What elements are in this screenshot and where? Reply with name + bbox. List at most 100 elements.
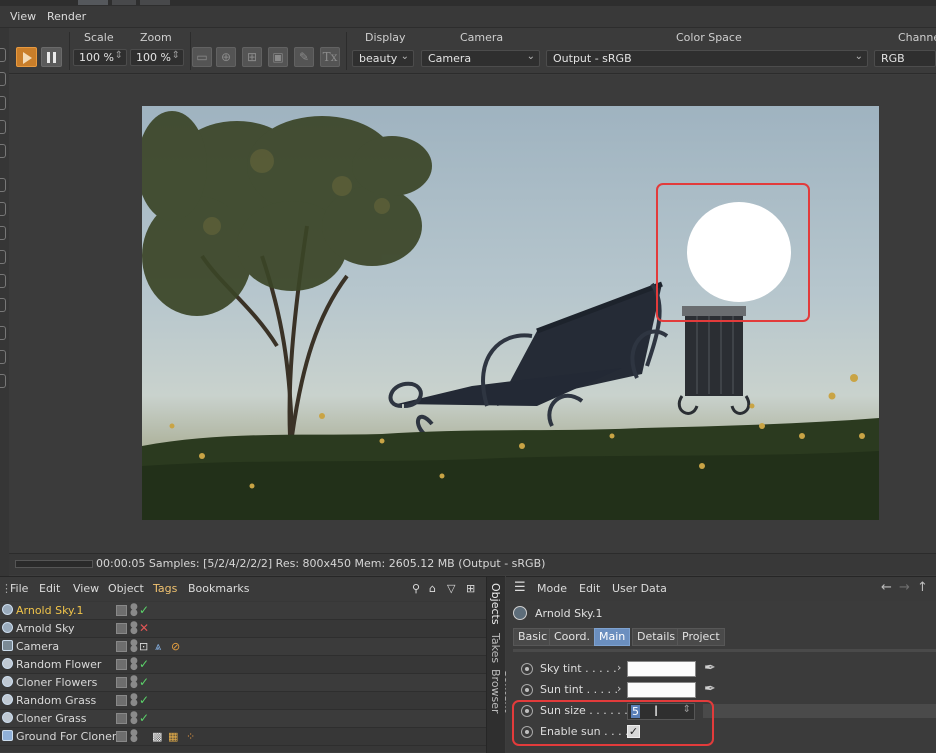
object-row[interactable]: Camera ● ● ⊡ ⩓ ⊘	[0, 638, 486, 656]
object-row[interactable]: Random Flower ● ● ✓	[0, 656, 486, 674]
monitor-icon[interactable]: ▭	[192, 47, 212, 67]
tool-icon[interactable]	[0, 120, 6, 134]
tool-icon[interactable]	[0, 326, 6, 340]
tab-main[interactable]: Main	[594, 628, 631, 646]
tab-coord[interactable]: Coord.	[549, 628, 595, 646]
tool-icon[interactable]	[0, 48, 6, 62]
new-window-icon[interactable]: ⊞	[466, 582, 475, 595]
visibility-toggle[interactable]	[116, 713, 127, 724]
phong-tag-icon[interactable]: ⁘	[186, 730, 195, 743]
tool-icon[interactable]	[0, 350, 6, 364]
tab-basic[interactable]: Basic	[513, 628, 553, 646]
tab-objects[interactable]: Objects	[489, 583, 502, 625]
tool-icon[interactable]	[0, 72, 6, 86]
eyedropper-icon[interactable]: ✎	[294, 47, 314, 67]
visibility-toggle[interactable]	[116, 659, 127, 670]
object-row[interactable]: Cloner Flowers ● ● ✓	[0, 674, 486, 692]
play-button[interactable]	[16, 47, 37, 67]
tool-icon[interactable]	[0, 250, 6, 264]
sun-size-slider[interactable]	[703, 704, 936, 718]
visibility-toggle[interactable]	[116, 677, 127, 688]
menu-render[interactable]: Render	[47, 10, 86, 23]
display-select[interactable]: beauty ⌄	[352, 50, 414, 67]
camera-select[interactable]: Camera ⌄	[421, 50, 540, 67]
enabled-check-icon[interactable]: ✓	[139, 603, 149, 617]
visibility-dots-icon[interactable]: ● ●	[130, 693, 138, 708]
visibility-toggle[interactable]	[116, 605, 127, 616]
home-icon[interactable]: ⌂	[429, 582, 436, 595]
menu-mode[interactable]: Mode	[537, 582, 567, 595]
back-arrow-icon[interactable]: ←	[881, 580, 892, 595]
tool-icon[interactable]	[0, 202, 6, 216]
visibility-toggle[interactable]	[116, 623, 127, 634]
protection-tag-icon[interactable]: ⊘	[171, 640, 180, 653]
menu-view[interactable]: View	[73, 582, 99, 595]
object-row[interactable]: Arnold Sky ● ● ✕	[0, 620, 486, 638]
disabled-x-icon[interactable]: ✕	[139, 621, 149, 635]
menu-bookmarks[interactable]: Bookmarks	[188, 582, 249, 595]
visibility-dots-icon[interactable]: ● ●	[130, 729, 138, 744]
visibility-dots-icon[interactable]: ● ●	[130, 621, 138, 636]
forward-arrow-icon[interactable]: →	[899, 580, 910, 595]
tool-icon[interactable]	[0, 226, 6, 240]
visibility-dots-icon[interactable]: ● ●	[130, 657, 138, 672]
enabled-check-icon[interactable]: ✓	[139, 675, 149, 689]
tab-takes[interactable]: Takes	[489, 633, 502, 663]
stepper-icon[interactable]: ⇕	[172, 50, 180, 61]
menu-view[interactable]: View	[10, 10, 36, 23]
object-row[interactable]: Arnold Sky.1 ● ● ✓	[0, 602, 486, 620]
enabled-check-icon[interactable]: ✓	[139, 693, 149, 707]
visibility-dots-icon[interactable]: ● ●	[130, 639, 138, 654]
tool-icon[interactable]	[0, 274, 6, 288]
visibility-toggle[interactable]	[116, 641, 127, 652]
tab-details[interactable]: Details	[632, 628, 681, 646]
visibility-dots-icon[interactable]: ● ●	[130, 603, 138, 618]
zoom-field[interactable]: 100 % ⇕	[130, 49, 184, 66]
animate-radio[interactable]	[521, 663, 533, 675]
stepper-icon[interactable]: ⇕	[115, 50, 123, 61]
region-icon[interactable]: ⊞	[242, 47, 262, 67]
top-tab[interactable]	[140, 0, 170, 5]
sun-tint-color-swatch[interactable]	[627, 682, 696, 698]
scale-field[interactable]: 100 % ⇕	[73, 49, 127, 66]
visibility-toggle[interactable]	[116, 731, 127, 742]
menu-tags[interactable]: Tags	[153, 582, 177, 595]
pause-button[interactable]	[41, 47, 62, 67]
chevron-right-icon[interactable]: ›	[617, 661, 621, 674]
enabled-check-icon[interactable]: ✓	[139, 657, 149, 671]
menu-edit[interactable]: Edit	[579, 582, 600, 595]
enabled-check-icon[interactable]: ✓	[139, 711, 149, 725]
frame-icon[interactable]: ▣	[268, 47, 288, 67]
visibility-toggle[interactable]	[116, 695, 127, 706]
camera-tag-icon[interactable]: ⩓	[155, 640, 161, 654]
animate-radio[interactable]	[521, 684, 533, 696]
chevron-right-icon[interactable]: ›	[617, 682, 621, 695]
tab-project[interactable]: Project	[677, 628, 725, 646]
visibility-dots-icon[interactable]: ● ●	[130, 711, 138, 726]
hamburger-menu-icon[interactable]: ☰	[514, 580, 526, 595]
sky-tint-color-swatch[interactable]	[627, 661, 696, 677]
top-tab[interactable]	[112, 0, 136, 5]
search-icon[interactable]: ⚲	[412, 582, 420, 595]
menu-object[interactable]: Object	[108, 582, 144, 595]
checker-tag-icon[interactable]: ▩	[152, 730, 162, 743]
globe-icon[interactable]: ⊕	[216, 47, 236, 67]
tool-icon[interactable]	[0, 96, 6, 110]
object-row[interactable]: Ground For Cloner ● ● ▩ ▦ ⁘	[0, 728, 486, 746]
tool-icon[interactable]	[0, 374, 6, 388]
tool-icon[interactable]	[0, 298, 6, 312]
material-tag-icon[interactable]: ▦	[168, 730, 178, 743]
up-arrow-icon[interactable]: ↑	[917, 580, 928, 595]
menu-file[interactable]: File	[10, 582, 28, 595]
target-tag-icon[interactable]: ⊡	[139, 640, 148, 653]
menu-edit[interactable]: Edit	[39, 582, 60, 595]
channel-select[interactable]: RGB	[874, 50, 936, 67]
eyedropper-icon[interactable]: ✒	[704, 681, 716, 697]
object-row[interactable]: Random Grass ● ● ✓	[0, 692, 486, 710]
eyedropper-icon[interactable]: ✒	[704, 660, 716, 676]
menu-user-data[interactable]: User Data	[612, 582, 667, 595]
object-row[interactable]: Cloner Grass ● ● ✓	[0, 710, 486, 728]
visibility-dots-icon[interactable]: ● ●	[130, 675, 138, 690]
color-space-select[interactable]: Output - sRGB ⌄	[546, 50, 868, 67]
top-tab[interactable]	[78, 0, 108, 5]
